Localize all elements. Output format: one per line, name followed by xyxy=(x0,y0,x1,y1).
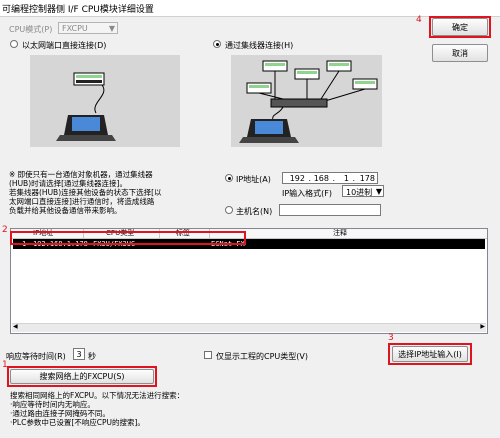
hub-connect-label: 通过集线器连接(H) xyxy=(225,41,294,50)
chevron-down-icon: ▼ xyxy=(108,24,115,33)
ip-address-radio[interactable] xyxy=(225,174,233,182)
host-name-label: 主机名(N) xyxy=(236,207,273,216)
column-comment: 注释 xyxy=(333,229,347,237)
annotation-3: 3 xyxy=(388,333,394,343)
ip-address-label: IP地址(A) xyxy=(236,175,271,184)
direct-connection-illustration xyxy=(30,55,180,147)
direct-connect-label: 以太网端口直接连接(D) xyxy=(22,41,107,50)
ip-format-select[interactable]: 10进制 ▼ xyxy=(342,185,384,197)
hub-connect-radio[interactable] xyxy=(213,40,221,48)
chevron-down-icon: ▼ xyxy=(375,187,382,196)
cancel-button[interactable]: 取消 xyxy=(432,44,488,62)
host-name-input[interactable] xyxy=(279,204,381,216)
title-bar: 可编程控制器侧 I/F CPU模块详细设置 xyxy=(0,0,500,17)
window-title: 可编程控制器侧 I/F CPU模块详细设置 xyxy=(2,5,154,15)
cpu-mode-select: FXCPU ▼ xyxy=(58,22,118,34)
ip-address-input[interactable]: 192 . 168 . 1 . 178 xyxy=(282,172,378,184)
scroll-left-icon[interactable]: ◀ xyxy=(13,323,18,330)
connection-note: ※ 即使只有一台通信对象机器，通过集线器 (HUB)时请选择[通过集线器连接]。… xyxy=(9,170,162,215)
highlight-box-4 xyxy=(429,16,491,38)
highlight-box-1 xyxy=(7,366,157,387)
highlight-box-3 xyxy=(388,343,472,365)
annotation-1: 1 xyxy=(2,360,8,370)
show-cpu-type-label: 仅显示工程的CPU类型(V) xyxy=(216,352,308,361)
annotation-4: 4 xyxy=(416,15,422,25)
timeout-input[interactable]: 3 xyxy=(73,348,85,360)
show-cpu-type-checkbox[interactable] xyxy=(204,351,212,359)
horizontal-scrollbar[interactable]: ◀ ▶ xyxy=(12,323,486,332)
search-note: 搜索相同网络上的FXCPU。以下情况无法进行搜索： ·响应等待时间内无响应。 ·… xyxy=(10,391,185,427)
host-name-radio[interactable] xyxy=(225,206,233,214)
scroll-right-icon[interactable]: ▶ xyxy=(480,323,485,330)
cpu-mode-label: CPU模式(P) xyxy=(9,25,53,34)
timeout-unit: 秒 xyxy=(88,352,96,361)
ip-format-label: IP输入格式(F) xyxy=(282,189,333,198)
direct-connect-radio[interactable] xyxy=(10,40,18,48)
highlight-box-2 xyxy=(10,231,246,245)
annotation-2: 2 xyxy=(2,225,8,235)
hub-connection-illustration xyxy=(231,55,382,147)
timeout-label: 响应等待时间(R) xyxy=(6,352,66,361)
